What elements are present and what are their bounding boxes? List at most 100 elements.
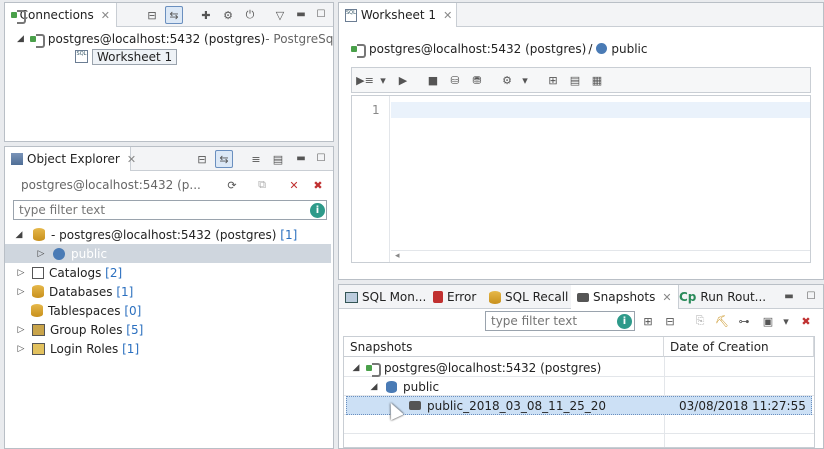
expand-all-icon[interactable]: ⊞ (639, 312, 657, 330)
minimize-icon[interactable]: ▬ (783, 290, 795, 302)
editor-toolbar: ▶≡ ▾ ▶ ■ ⛁ ⛃ ⚙ ▾ ⊞ ▤ ▦ (351, 67, 811, 93)
table-icon[interactable]: ▤ (269, 150, 287, 168)
expand-icon[interactable]: ◢ (17, 34, 24, 44)
close-icon[interactable]: ✕ (101, 9, 110, 22)
maximize-icon[interactable]: ☐ (315, 8, 327, 20)
snapshot-row[interactable]: public_2018_03_08_11_25_20 03/08/2018 11… (346, 396, 812, 415)
connection-icon (366, 362, 381, 377)
login-roles-icon (32, 342, 45, 355)
tree-item-tablespaces[interactable]: Tablespaces [0] (27, 301, 333, 320)
minimize-icon[interactable]: ▬ (295, 152, 307, 164)
refresh-icon[interactable]: ⟳ (223, 176, 241, 194)
tree-item-worksheet[interactable]: SQL Worksheet 1 (69, 47, 178, 66)
tree-item-catalogs[interactable]: ▷ Catalogs [2] (15, 263, 333, 282)
collapse-all-icon[interactable]: ⊟ (143, 6, 161, 24)
delete-icon[interactable]: ✕ (285, 176, 303, 194)
expand-icon[interactable]: ▷ (35, 249, 47, 259)
rollback-icon[interactable]: ⛃ (468, 71, 486, 89)
close-icon[interactable]: ✕ (443, 9, 452, 22)
tree-item-group-roles[interactable]: ▷ Group Roles [5] (15, 320, 333, 339)
tab-connections[interactable]: Connections ✕ (5, 3, 117, 27)
bottom-tabbar: SQL Mon... Error SQL Recall Snapshots ✕ … (339, 285, 823, 309)
tab-run-routine[interactable]: Cp Run Rout... (673, 285, 772, 309)
tab-object-explorer[interactable]: Object Explorer ✕ (5, 147, 136, 171)
database-filter-icon[interactable]: ≡ (247, 150, 265, 168)
snapshots-table: Snapshots Date of Creation ◢ postgres@lo… (343, 336, 815, 448)
tree-item-databases[interactable]: ▷ Databases [1] (15, 282, 333, 301)
connections-icon (11, 9, 25, 24)
worksheet-tabbar: SQL Worksheet 1 ✕ (339, 3, 823, 27)
expand-icon[interactable]: ▷ (15, 287, 27, 297)
info-icon[interactable]: i (310, 203, 325, 218)
tree-item-snapshot-schema[interactable]: ◢ public (368, 377, 440, 396)
compare-icon[interactable]: ⎘ (691, 312, 709, 330)
connections-tabbar: Connections ✕ ⊟ ⇆ ✚ ⚙ ⏻ ▽ ▬ ☐ (5, 3, 333, 27)
tree-icon[interactable]: ⊶ (735, 312, 753, 330)
expand-icon[interactable]: ◢ (350, 363, 362, 373)
group-roles-icon (32, 323, 45, 336)
current-line-highlight (391, 102, 810, 118)
dropdown-icon[interactable]: ▾ (374, 71, 392, 89)
collapse-all-icon[interactable]: ⊟ (661, 312, 679, 330)
commit-icon[interactable]: ⛁ (446, 71, 464, 89)
dropdown-icon[interactable]: ▾ (516, 71, 534, 89)
take-snapshot-icon[interactable]: ▣ (759, 312, 777, 330)
grid-icon[interactable]: ▦ (588, 71, 606, 89)
object-filter-input[interactable] (13, 200, 327, 220)
object-explorer-panel: Object Explorer ✕ ⊟ ⇆ ≡ ▤ ▬ ☐ postgres@l… (4, 146, 334, 449)
execute-icon[interactable]: ▶≡ (356, 71, 374, 89)
format-icon[interactable]: ⊞ (544, 71, 562, 89)
view-menu-icon[interactable]: ▽ (271, 6, 289, 24)
tablespace-icon (31, 304, 43, 317)
results-icon[interactable]: ▤ (566, 71, 584, 89)
delete-all-icon[interactable]: ✖ (309, 176, 327, 194)
minimize-icon[interactable]: ▬ (295, 8, 307, 20)
line-number: 1 (372, 103, 380, 117)
new-connection-icon[interactable]: ✚ (197, 6, 215, 24)
expand-icon[interactable]: ◢ (13, 230, 25, 240)
expand-icon[interactable]: ▷ (15, 325, 27, 335)
tree-item-root[interactable]: ◢ - postgres@localhost:5432 (postgres) [… (13, 225, 333, 244)
tree-item-public[interactable]: ▷ public (5, 244, 331, 263)
stop-icon[interactable]: ■ (424, 71, 442, 89)
tab-worksheet-1[interactable]: SQL Worksheet 1 ✕ (339, 3, 457, 27)
copy-icon[interactable]: ⧉ (253, 176, 271, 194)
close-icon[interactable]: ✕ (662, 291, 671, 304)
dropdown-icon[interactable]: ▾ (777, 312, 795, 330)
schema-icon (386, 380, 397, 393)
sql-editor[interactable]: 1 ◂ (351, 95, 811, 263)
connection-select-icon[interactable]: ⚙ (498, 71, 516, 89)
delete-icon[interactable]: ✖ (797, 312, 815, 330)
tree-item-snapshot-server[interactable]: ◢ postgres@localhost:5432 (postgres) (350, 358, 601, 377)
tab-error[interactable]: Error (427, 285, 482, 309)
link-with-editor-icon[interactable]: ⇆ (215, 150, 233, 168)
monitor-icon (345, 291, 358, 303)
close-icon[interactable]: ✕ (127, 153, 136, 166)
tree-item-login-roles[interactable]: ▷ Login Roles [1] (15, 339, 333, 358)
worksheet-panel: SQL Worksheet 1 ✕ postgres@localhost:543… (338, 2, 824, 280)
expand-icon[interactable]: ▷ (15, 268, 27, 278)
snapshots-panel: SQL Mon... Error SQL Recall Snapshots ✕ … (338, 284, 824, 449)
expand-icon[interactable]: ◢ (368, 382, 380, 392)
link-with-editor-icon[interactable]: ⇆ (165, 6, 183, 24)
tab-sql-monitor[interactable]: SQL Mon... (339, 285, 432, 309)
info-icon[interactable]: i (617, 314, 632, 329)
expand-icon[interactable]: ▷ (15, 344, 27, 354)
maximize-icon[interactable]: ☐ (315, 152, 327, 164)
run-icon[interactable]: ▶ (394, 71, 412, 89)
tab-sql-recall[interactable]: SQL Recall (483, 285, 574, 309)
collapse-all-icon[interactable]: ⊟ (193, 150, 211, 168)
column-header-snapshots[interactable]: Snapshots (344, 337, 664, 357)
horizontal-scrollbar[interactable]: ◂ (391, 250, 810, 262)
column-header-date[interactable]: Date of Creation (664, 337, 814, 357)
snapshot-filter-input[interactable] (485, 311, 635, 331)
error-icon (433, 291, 443, 303)
connection-icon (351, 43, 366, 58)
maximize-icon[interactable]: ☐ (805, 290, 817, 302)
tree-item-server[interactable]: ◢ postgres@localhost:5432 (postgres) - P… (17, 29, 333, 48)
disconnect-icon[interactable]: ⏻ (241, 6, 259, 24)
server-icon (33, 228, 45, 241)
open-folder-icon[interactable]: ⛏ (713, 312, 731, 330)
connect-icon[interactable]: ⚙ (219, 6, 237, 24)
tab-snapshots[interactable]: Snapshots ✕ (571, 285, 679, 309)
